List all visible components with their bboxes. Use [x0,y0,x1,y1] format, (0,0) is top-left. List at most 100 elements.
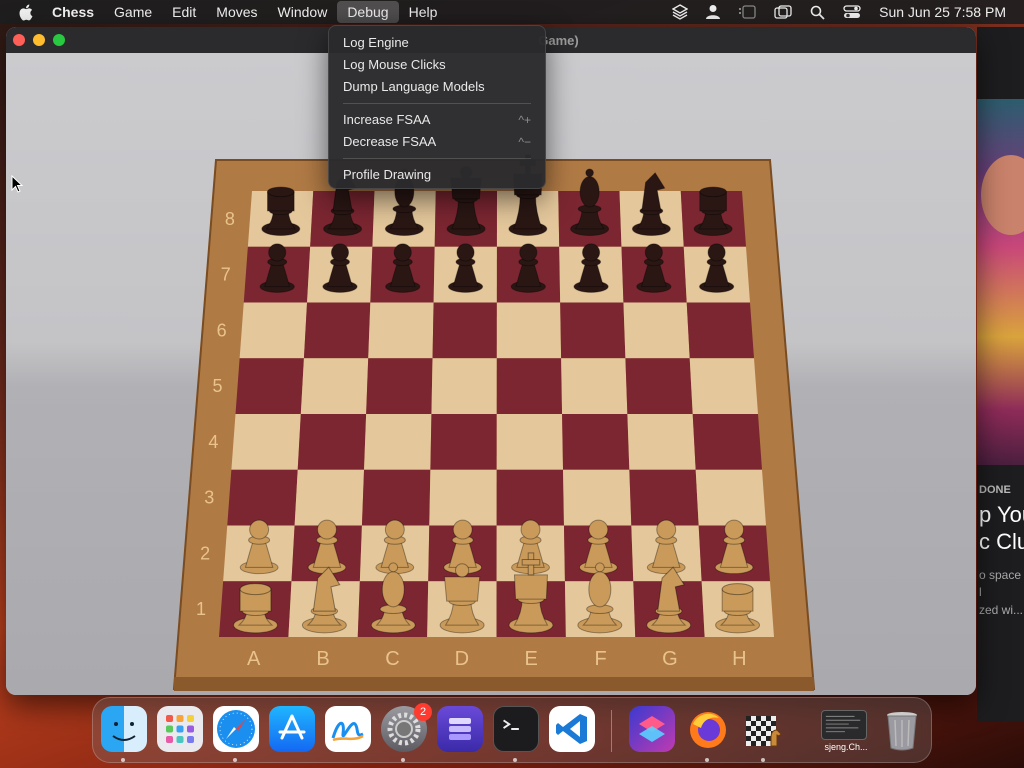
board-square-b4[interactable] [297,414,367,470]
menu-app-chess[interactable]: Chess [52,1,104,23]
menu-window[interactable]: Window [268,1,338,23]
menu-help[interactable]: Help [399,1,448,23]
menu-item-decrease-fsaa[interactable]: Decrease FSAA ^− [334,131,540,153]
side-sub-1: o space [979,568,1022,582]
board-square-g5[interactable] [625,358,693,414]
rank-label: 7 [221,265,231,285]
menu-debug[interactable]: Debug [337,1,399,23]
board-square-e3[interactable] [496,469,564,526]
board-square-b5[interactable] [300,358,369,414]
vscode-icon[interactable] [549,706,595,752]
board-square-a4[interactable] [231,414,301,470]
board-square-b6[interactable] [303,302,371,359]
search-icon[interactable] [810,5,825,20]
board-square-f6[interactable] [560,302,626,359]
dock-running-dot [513,758,517,762]
board-frame-edge [174,677,814,691]
board-square-g3[interactable] [629,469,699,526]
board-square-d3[interactable] [429,469,497,526]
menu-moves[interactable]: Moves [206,1,267,23]
safari-icon[interactable] [213,706,259,752]
black-rook-piece[interactable] [693,186,733,237]
menu-bar: Chess Game Edit Moves Window Debug Help … [0,0,1024,24]
stack-app-icon[interactable] [437,706,483,752]
background-window[interactable]: DONE p You c Clut o space l zed wi... [977,27,1024,722]
board-square-e4[interactable] [496,414,564,470]
board-square-h4[interactable] [692,414,762,470]
rank-label: 2 [200,543,210,563]
board-square-c5[interactable] [366,358,433,414]
stage-manager-icon[interactable] [738,5,756,19]
board-square-f4[interactable] [562,414,630,470]
dock-running-dot [233,758,237,762]
board-square-g6[interactable] [623,302,690,359]
shortcut-label: ^+ [518,113,531,127]
debug-menu: Log Engine Log Mouse Clicks Dump Languag… [328,25,546,189]
layers-icon[interactable] [672,4,689,20]
trash-icon[interactable] [879,706,925,752]
board-square-h5[interactable] [689,358,758,414]
file-label: D [455,648,469,670]
white-rook-piece[interactable] [715,583,761,634]
board-square-h6[interactable] [686,302,754,359]
dock: 2 sjeng.Ch... [92,697,932,763]
menu-item-log-mouse-clicks[interactable]: Log Mouse Clicks [334,54,540,76]
terminal-icon[interactable] [493,706,539,752]
launchpad-icon[interactable] [157,706,203,752]
board-square-c3[interactable] [361,469,431,526]
menu-item-log-engine[interactable]: Log Engine [334,32,540,54]
menu-item-increase-fsaa[interactable]: Increase FSAA ^+ [334,109,540,131]
chess-app-icon[interactable] [741,706,787,752]
file-label: G [662,648,678,670]
menu-edit[interactable]: Edit [162,1,206,23]
dock-running-dot [705,758,709,762]
sjeng-terminal-thumbnail[interactable] [821,710,867,740]
finder-icon[interactable] [101,706,147,752]
rank-label: 1 [196,599,206,619]
black-rook-piece[interactable] [261,186,301,237]
board-square-f3[interactable] [563,469,632,526]
rank-label: 5 [213,376,223,396]
board-square-c6[interactable] [368,302,434,359]
board-square-a5[interactable] [235,358,304,414]
board-square-e5[interactable] [496,358,563,414]
menu-item-profile-drawing[interactable]: Profile Drawing [334,164,540,186]
dock-running-dot [121,758,125,762]
control-center-icon[interactable] [843,5,861,19]
board-square-d6[interactable] [432,302,497,359]
rank-label: 8 [225,209,235,229]
freeform-icon[interactable] [325,706,371,752]
board-square-f5[interactable] [561,358,628,414]
board-square-g4[interactable] [627,414,696,470]
file-label: C [385,648,399,670]
side-sub-3: zed wi... [979,603,1024,617]
board-square-e6[interactable] [496,302,562,359]
rank-label: 6 [217,320,227,340]
artwork-face [981,155,1024,235]
board-square-h3[interactable] [695,469,766,526]
user-icon[interactable] [706,4,721,20]
dock-separator [611,710,612,752]
white-rook-piece[interactable] [232,583,278,634]
menu-item-dump-language-models[interactable]: Dump Language Models [334,76,540,98]
mouse-cursor-icon [11,175,23,193]
file-label: B [316,648,329,670]
apple-menu-icon[interactable] [18,4,36,21]
board-square-b3[interactable] [294,469,365,526]
menu-game[interactable]: Game [104,1,162,23]
side-label: DONE [979,484,1011,496]
menu-clock[interactable]: Sun Jun 25 7:58 PM [879,4,1006,20]
board-square-d5[interactable] [431,358,497,414]
terminal-window-label: sjeng.Ch... [824,742,868,752]
shortcuts-icon[interactable] [629,706,675,752]
app-store-icon[interactable] [269,706,315,752]
file-label: F [594,648,606,670]
board-square-a6[interactable] [239,302,308,359]
screen-mirroring-icon[interactable] [774,5,792,19]
shortcut-label: ^− [518,135,531,149]
firefox-icon[interactable] [685,706,731,752]
board-square-c4[interactable] [364,414,432,470]
board-square-d4[interactable] [430,414,497,470]
side-line-1: p You [979,502,1024,527]
board-square-a3[interactable] [227,469,298,526]
